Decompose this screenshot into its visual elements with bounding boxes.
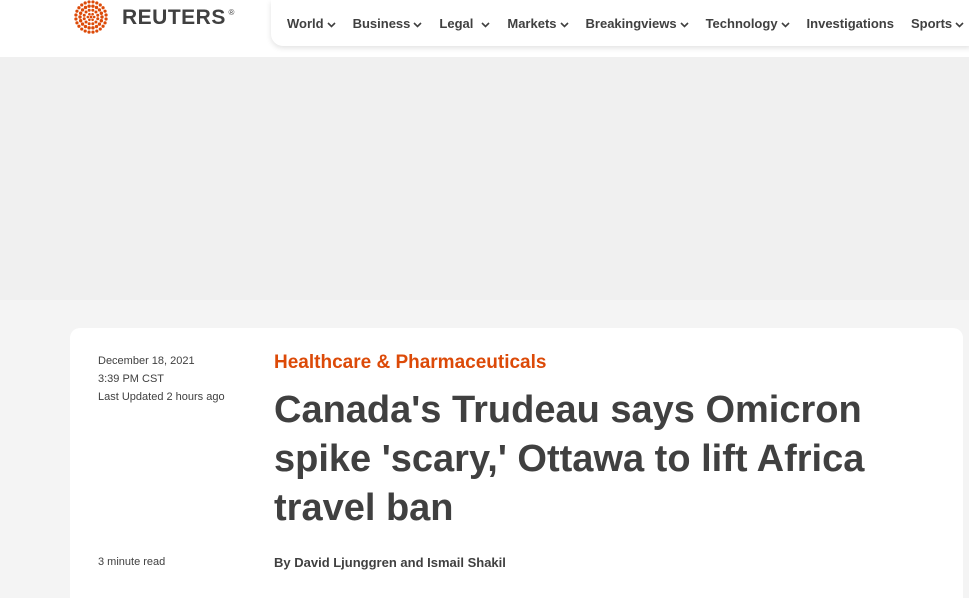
article-card: December 18, 2021 3:39 PM CST Last Updat… <box>70 328 963 598</box>
nav-item-label: Sports <box>910 15 953 31</box>
article-byline[interactable]: By David Ljunggren and Ismail Shakil <box>274 555 506 570</box>
chevron-down-icon <box>780 16 790 31</box>
nav-item-label: Markets <box>507 15 557 31</box>
nav-item-label: Technology <box>705 15 778 31</box>
chevron-down-icon <box>679 16 689 31</box>
nav-item-breakingviews[interactable]: Breakingviews <box>586 16 689 31</box>
nav-item-label: Business <box>352 15 411 31</box>
nav-item-markets[interactable]: Markets <box>507 15 569 31</box>
article-meta: December 18, 2021 3:39 PM CST Last Updat… <box>98 352 225 406</box>
article-last-updated: Last Updated 2 hours ago <box>98 391 225 403</box>
nav-item-label: Breakingviews <box>585 15 677 31</box>
nav-item-sports[interactable]: Sports <box>911 16 964 31</box>
reuters-logo[interactable]: REUTERS ® <box>70 0 235 36</box>
chevron-down-icon <box>559 16 569 31</box>
chevron-down-icon <box>327 16 336 31</box>
chevron-down-icon <box>413 16 422 31</box>
nav-item-legal[interactable]: Legal <box>439 16 490 31</box>
nav-item-technology[interactable]: Technology <box>706 16 790 31</box>
nav-item-world[interactable]: World <box>287 16 336 31</box>
nav-item-label: World <box>287 15 324 31</box>
logo-wordmark: REUTERS ® <box>122 6 235 29</box>
ad-placeholder <box>0 57 969 300</box>
read-time: 3 minute read <box>98 556 166 568</box>
nav-item-investigations[interactable]: Investigations <box>807 16 894 31</box>
article-headline: Canada's Trudeau says Omicron spike 'sca… <box>274 389 865 529</box>
article-time: 3:39 PM CST <box>98 373 165 385</box>
main-nav: World Business Legal Markets Breakingvie… <box>271 0 969 46</box>
reuters-dot-logo-icon <box>70 0 114 36</box>
article-date: December 18, 2021 <box>98 355 195 367</box>
nav-item-label: Investigations <box>806 15 894 31</box>
article-category-link[interactable]: Healthcare & Pharmaceuticals <box>274 352 546 374</box>
chevron-down-icon <box>481 16 490 31</box>
chevron-down-icon <box>955 16 964 31</box>
nav-item-label: Legal <box>439 15 474 31</box>
nav-item-business[interactable]: Business <box>353 16 423 31</box>
